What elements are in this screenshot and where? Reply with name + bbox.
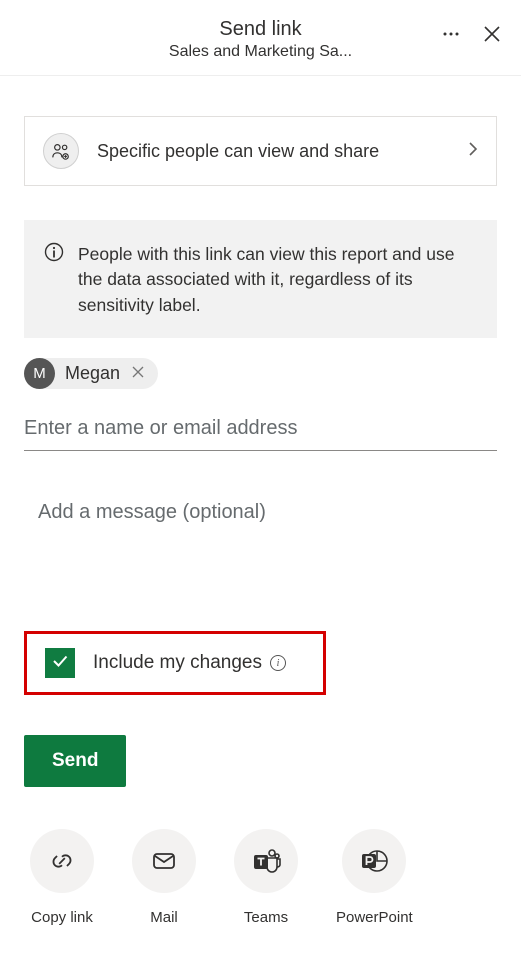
share-option-label: PowerPoint (336, 909, 413, 926)
powerpoint-icon (342, 829, 406, 893)
close-button[interactable] (483, 25, 501, 46)
dialog-title: Send link (169, 18, 352, 41)
more-options-button[interactable] (441, 24, 461, 47)
share-option-powerpoint[interactable]: PowerPoint (336, 829, 413, 926)
include-changes-highlight: Include my changes i (24, 631, 326, 695)
sensitivity-info-text: People with this link can view this repo… (78, 242, 477, 318)
header-titles: Send link Sales and Marketing Sa... (169, 18, 352, 61)
share-option-copy-link[interactable]: Copy link (30, 829, 94, 926)
teams-icon (234, 829, 298, 893)
sensitivity-info-box: People with this link can view this repo… (24, 220, 497, 338)
message-input[interactable] (24, 493, 497, 532)
people-icon (43, 133, 79, 169)
send-button[interactable]: Send (24, 735, 126, 787)
avatar: M (24, 358, 55, 389)
dialog-subtitle: Sales and Marketing Sa... (169, 43, 352, 61)
recipient-name: Megan (65, 363, 120, 384)
header-actions (441, 24, 501, 47)
share-option-label: Mail (150, 909, 178, 926)
link-settings-row[interactable]: Specific people can view and share (24, 116, 497, 186)
checkmark-icon (50, 651, 70, 676)
close-icon (483, 25, 501, 46)
info-icon (44, 242, 72, 318)
dialog-header: Send link Sales and Marketing Sa... (0, 0, 521, 76)
mail-icon (132, 829, 196, 893)
include-changes-checkbox[interactable] (45, 648, 75, 678)
recipient-chip[interactable]: M Megan (24, 358, 158, 389)
chevron-right-icon (468, 141, 478, 162)
copy-link-icon (30, 829, 94, 893)
recipient-input[interactable] (24, 411, 497, 451)
share-options-row: Copy link Mail Teams (24, 829, 497, 950)
share-option-label: Copy link (31, 909, 93, 926)
remove-recipient-icon[interactable] (132, 365, 144, 382)
share-option-mail[interactable]: Mail (132, 829, 196, 926)
info-small-icon[interactable]: i (270, 655, 286, 671)
link-settings-text: Specific people can view and share (97, 141, 468, 162)
recipient-chip-row: M Megan (24, 358, 497, 389)
share-option-label: Teams (244, 909, 288, 926)
share-option-teams[interactable]: Teams (234, 829, 298, 926)
more-icon (441, 24, 461, 47)
include-changes-label: Include my changes (93, 652, 262, 674)
